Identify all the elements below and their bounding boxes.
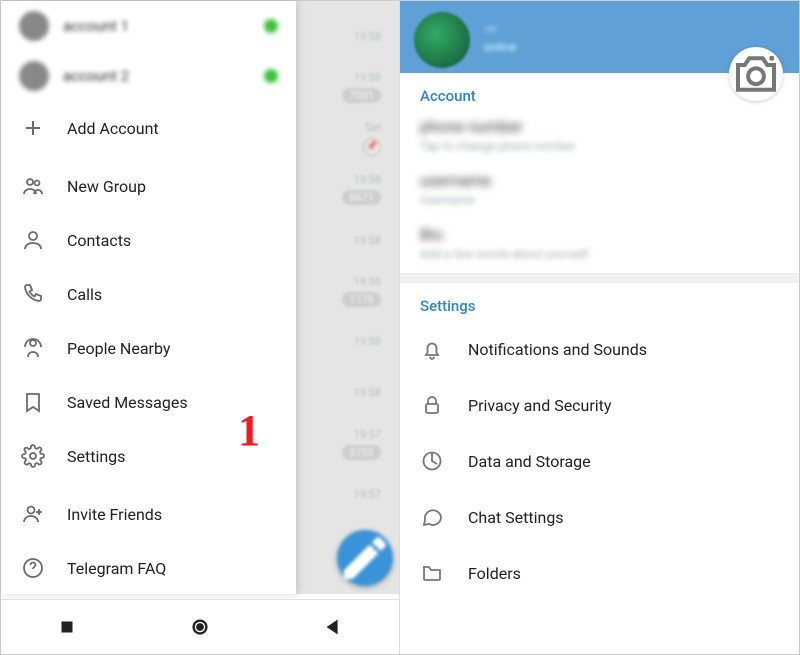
chat-time: 19:57 (354, 488, 381, 501)
settings-data-storage[interactable]: Data and Storage (400, 433, 799, 489)
avatar (19, 11, 49, 41)
chat-time: 19:58 (354, 173, 381, 186)
menu-label: People Nearby (67, 339, 170, 358)
unread-badge: 7001 (342, 88, 381, 103)
back-button[interactable] (322, 616, 344, 638)
chat-time: 19:58 (354, 71, 381, 84)
menu-settings[interactable]: Settings (1, 429, 296, 483)
chat-time: 19:58 (354, 234, 381, 247)
account-row[interactable]: account 2 (1, 51, 296, 101)
settings-folders[interactable]: Folders (400, 545, 799, 601)
change-photo-button[interactable] (729, 47, 783, 101)
menu-label: New Group (67, 177, 146, 196)
settings-notifications[interactable]: Notifications and Sounds (400, 321, 799, 377)
section-divider (400, 273, 799, 283)
account-name: account 2 (63, 67, 250, 85)
chat-time: 19:58 (354, 275, 381, 288)
chat-time: 19:58 (354, 30, 381, 43)
menu-invite-friends[interactable]: Invite Friends (1, 487, 296, 541)
home-button[interactable] (189, 616, 211, 638)
menu-calls[interactable]: Calls (1, 267, 296, 321)
bookmark-icon (21, 390, 45, 414)
settings-label: Privacy and Security (468, 396, 611, 415)
folder-icon (420, 561, 444, 585)
invite-icon (21, 502, 45, 526)
settings-label: Chat Settings (468, 508, 564, 527)
menu-label: Telegram FAQ (67, 559, 166, 578)
menu-label: Invite Friends (67, 505, 162, 524)
chat-time: Sat (365, 121, 381, 134)
data-icon (420, 449, 444, 473)
section-settings: Settings (400, 283, 799, 321)
unread-badge: 1178 (342, 292, 381, 307)
account-bio[interactable]: Bio Add a few words about yourself (400, 219, 799, 273)
profile-name: — (484, 20, 516, 40)
account-username[interactable]: username Username (400, 165, 799, 219)
chat-list-background: 19:58 19:58 7001 Sat 📌 19:58 8671 19:58 19:… (279, 1, 399, 571)
help-icon (21, 556, 45, 580)
settings-privacy[interactable]: Privacy and Security (400, 377, 799, 433)
account-row[interactable]: account 1 (1, 1, 296, 51)
settings-chat[interactable]: Chat Settings (400, 489, 799, 545)
bell-icon (420, 337, 444, 361)
menu-label: Calls (67, 285, 102, 304)
avatar (19, 61, 49, 91)
menu-label: Settings (67, 447, 125, 466)
account-phone[interactable]: phone number Tap to change phone number (400, 111, 799, 165)
navigation-drawer: account 1 account 2 Add Account New Grou… (1, 1, 296, 594)
online-indicator (264, 19, 278, 33)
screenshot-right: — online Account phone number Tap to cha… (400, 1, 799, 654)
android-navbar (1, 599, 399, 654)
unread-badge: 8671 (342, 190, 381, 205)
recent-apps-button[interactable] (56, 616, 78, 638)
gear-icon (21, 444, 45, 468)
pin-icon: 📌 (363, 138, 381, 156)
chat-time: 19:58 (354, 335, 381, 348)
menu-contacts[interactable]: Contacts (1, 213, 296, 267)
menu-label: Contacts (67, 231, 131, 250)
menu-saved-messages[interactable]: Saved Messages (1, 375, 296, 429)
menu-new-group[interactable]: New Group (1, 159, 296, 213)
profile-avatar[interactable] (414, 12, 470, 68)
menu-label: Saved Messages (67, 393, 188, 412)
screenshot-left: 19:58 19:58 7001 Sat 📌 19:58 8671 19:58 19:… (1, 1, 400, 654)
settings-label: Data and Storage (468, 452, 591, 471)
chat-icon (420, 505, 444, 529)
lock-icon (420, 393, 444, 417)
contact-icon (21, 228, 45, 252)
phone-icon (21, 282, 45, 306)
menu-people-nearby[interactable]: People Nearby (1, 321, 296, 375)
compose-fab[interactable] (337, 530, 393, 586)
add-account-item[interactable]: Add Account (1, 101, 296, 155)
unread-badge: 3755 (342, 445, 381, 460)
chat-time: 19:57 (354, 428, 381, 441)
profile-status: online (484, 40, 516, 54)
settings-label: Notifications and Sounds (468, 340, 647, 359)
account-name: account 1 (63, 17, 250, 35)
group-icon (21, 174, 45, 198)
settings-label: Folders (468, 564, 521, 583)
nearby-icon (21, 336, 45, 360)
plus-icon (21, 116, 45, 140)
chat-time: 19:58 (354, 386, 381, 399)
menu-label: Add Account (67, 119, 159, 138)
menu-telegram-faq[interactable]: Telegram FAQ (1, 541, 296, 595)
online-indicator (264, 69, 278, 83)
